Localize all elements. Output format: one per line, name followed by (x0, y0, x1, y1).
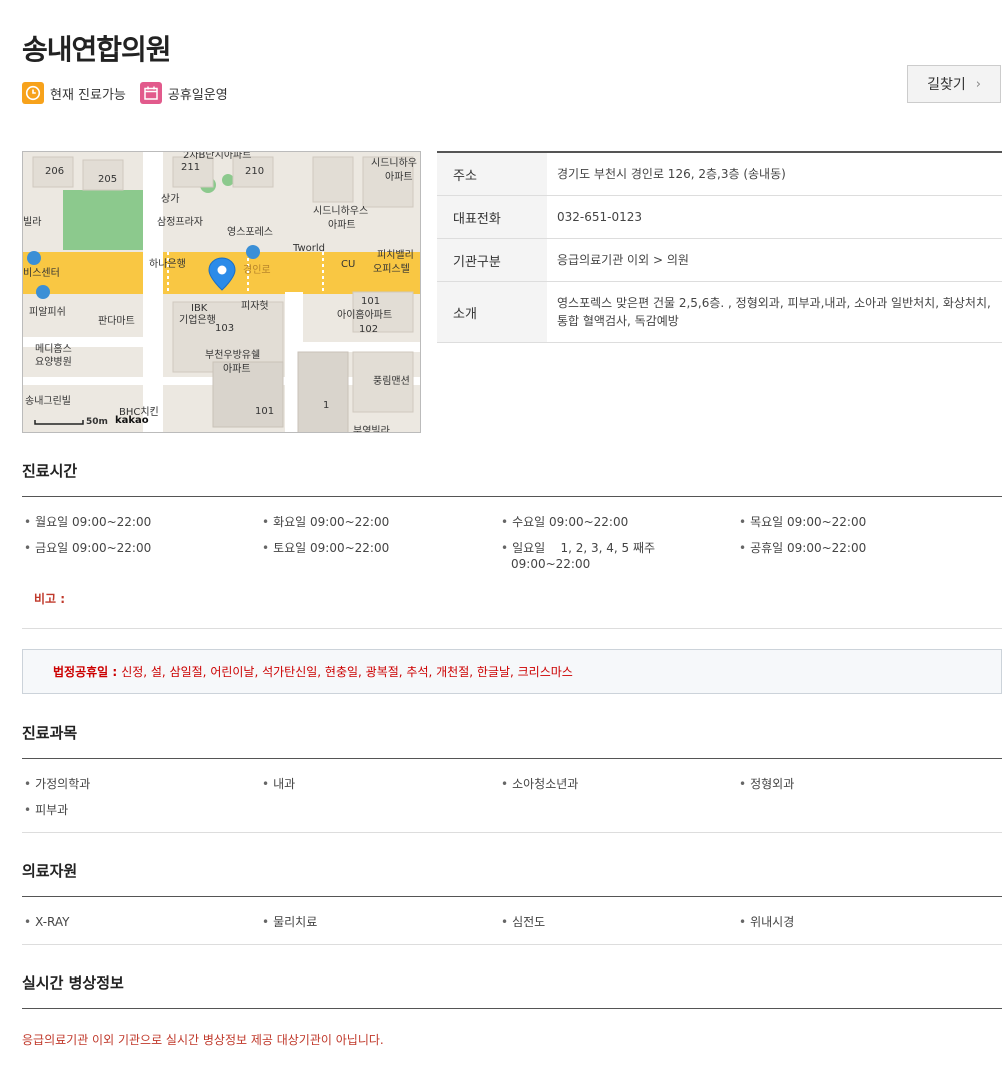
svg-text:상가: 상가 (161, 193, 179, 205)
hours-item: 금요일 09:00~22:00 (24, 539, 262, 557)
hours-section-title: 진료시간 (22, 462, 78, 480)
svg-text:피자헛: 피자헛 (241, 300, 269, 312)
phone-label: 대표전화 (437, 196, 547, 238)
svg-text:시드니하우: 시드니하우 (371, 156, 417, 169)
svg-text:Tworld: Tworld (292, 243, 325, 254)
svg-text:풍림맨션: 풍림맨션 (373, 375, 410, 387)
svg-text:2차B단지아파트: 2차B단지아파트 (183, 152, 251, 161)
directions-button[interactable]: 길찾기 › (907, 65, 1001, 103)
calendar-icon (139, 82, 162, 104)
beds-message: 응급의료기관 이외 기관으로 실시간 병상정보 제공 대상기관이 아닙니다. (22, 1033, 384, 1047)
svg-text:50m: 50m (86, 417, 108, 427)
svg-text:비스센터: 비스센터 (23, 267, 60, 279)
svg-text:205: 205 (98, 174, 117, 185)
svg-text:시드니하우스: 시드니하우스 (313, 204, 368, 217)
department-item: 내과 (262, 775, 500, 793)
svg-text:IBK: IBK (191, 303, 208, 314)
svg-text:CU: CU (341, 259, 355, 270)
equipment-item: 물리치료 (262, 913, 500, 931)
svg-text:아파트: 아파트 (328, 219, 356, 231)
svg-text:102: 102 (359, 324, 378, 335)
hours-item: 월요일 09:00~22:00 (24, 513, 262, 531)
open-now-label: 현재 진료가능 (50, 87, 126, 103)
equipment-item: X-RAY (24, 913, 262, 931)
equipment-bottom-divider (22, 944, 1002, 945)
department-item: 소아청소년과 (501, 775, 739, 793)
svg-text:1: 1 (323, 400, 329, 411)
svg-text:아이홈아파트: 아이홈아파트 (337, 308, 392, 321)
hours-note-label: 비고 : (34, 592, 66, 606)
page-title: 송내연합의원 (22, 33, 172, 66)
equipment-item: 위내시경 (739, 913, 977, 931)
intro-row: 소개 영스포렉스 맞은편 건물 2,5,6층. , 정형외과, 피부과,내과, … (437, 282, 1002, 343)
svg-text:빌라: 빌라 (23, 216, 41, 228)
svg-text:경인로: 경인로 (243, 263, 271, 276)
svg-text:하나은행: 하나은행 (149, 257, 186, 270)
hours-item: 일요일 1, 2, 3, 4, 5 째주 (501, 539, 739, 557)
intro-value: 영스포렉스 맞은편 건물 2,5,6층. , 정형외과, 피부과,내과, 소아과… (557, 296, 991, 328)
legal-holidays-box: 법정공휴일 : 신정, 설, 삼일절, 어린이날, 석가탄신일, 현충일, 광복… (22, 649, 1002, 694)
svg-text:송내그린빌: 송내그린빌 (25, 395, 71, 407)
sunday-hours-time: 09:00~22:00 (511, 557, 591, 571)
svg-text:판다마트: 판다마트 (98, 315, 135, 327)
hours-item: 목요일 09:00~22:00 (739, 513, 977, 531)
svg-text:피치밸리: 피치밸리 (377, 249, 414, 261)
status-badges: 현재 진료가능 공휴일운영 (22, 82, 242, 104)
address-row: 주소 경기도 부천시 경인로 126, 2층,3층 (송내동) (437, 153, 1002, 196)
svg-text:kakao: kakao (115, 415, 149, 426)
svg-text:아파트: 아파트 (223, 363, 251, 375)
svg-text:211: 211 (181, 162, 200, 173)
intro-label: 소개 (437, 282, 547, 342)
svg-text:메디홈스: 메디홈스 (35, 342, 72, 355)
hours-divider (22, 496, 1002, 497)
phone-row: 대표전화 032-651-0123 (437, 196, 1002, 239)
department-item: 정형외과 (739, 775, 977, 793)
svg-text:부영빌라: 부영빌라 (353, 425, 390, 433)
svg-text:요양병원: 요양병원 (35, 356, 72, 368)
svg-text:아파트: 아파트 (385, 171, 413, 183)
chevron-right-icon: › (975, 76, 981, 92)
phone-value[interactable]: 032-651-0123 (547, 196, 1002, 238)
svg-text:101: 101 (255, 406, 274, 417)
hours-bottom-divider (22, 628, 1002, 629)
svg-text:삼정프라자: 삼정프라자 (157, 216, 203, 228)
hours-item: 공휴일 09:00~22:00 (739, 539, 977, 557)
svg-text:영스포레스: 영스포레스 (227, 226, 273, 238)
address-label: 주소 (437, 153, 547, 195)
svg-text:오피스텔: 오피스텔 (373, 263, 410, 275)
clock-icon (22, 82, 44, 104)
directions-button-label: 길찾기 (927, 77, 966, 93)
beds-section-title: 실시간 병상정보 (22, 974, 124, 992)
hours-item: 토요일 09:00~22:00 (262, 539, 500, 557)
category-row: 기관구분 응급의료기관 이외 > 의원 (437, 239, 1002, 282)
address-value: 경기도 부천시 경인로 126, 2층,3층 (송내동) (557, 167, 786, 181)
svg-text:피알피쉬: 피알피쉬 (29, 306, 66, 318)
equipment-section-title: 의료자원 (22, 862, 78, 880)
open-now-badge: 현재 진료가능 (22, 82, 126, 104)
equipment-divider (22, 896, 1002, 897)
svg-text:101: 101 (361, 296, 380, 307)
departments-section-title: 진료과목 (22, 724, 78, 742)
svg-text:210: 210 (245, 166, 264, 177)
category-label: 기관구분 (437, 239, 547, 281)
hours-item: 화요일 09:00~22:00 (262, 513, 500, 531)
department-item: 가정의학과 (24, 775, 262, 793)
svg-text:103: 103 (215, 323, 234, 334)
hours-item: 수요일 09:00~22:00 (501, 513, 739, 531)
holiday-badge: 공휴일운영 (139, 82, 228, 104)
legal-holidays-value: 신정, 설, 삼일절, 어린이날, 석가탄신일, 현충일, 광복절, 추석, 개… (121, 665, 573, 679)
department-item: 피부과 (24, 801, 262, 819)
departments-bottom-divider (22, 832, 1002, 833)
legal-holidays-label: 법정공휴일 : (53, 665, 118, 679)
svg-text:206: 206 (45, 166, 64, 177)
category-value: 응급의료기관 이외 > 의원 (557, 253, 689, 267)
beds-divider (22, 1008, 1002, 1009)
equipment-item: 심전도 (501, 913, 739, 931)
holiday-label: 공휴일운영 (167, 87, 228, 103)
svg-text:부천우방유쉘: 부천우방유쉘 (205, 349, 260, 361)
location-map[interactable]: 2차B단지아파트 206 205 211 210 시드니하우 아파트 상가 삼정프라자 … (22, 151, 421, 433)
departments-divider (22, 758, 1002, 759)
clinic-info-table: 주소 경기도 부천시 경인로 126, 2층,3층 (송내동) 대표전화 032… (437, 151, 1002, 343)
svg-text:기업은행: 기업은행 (179, 313, 216, 326)
